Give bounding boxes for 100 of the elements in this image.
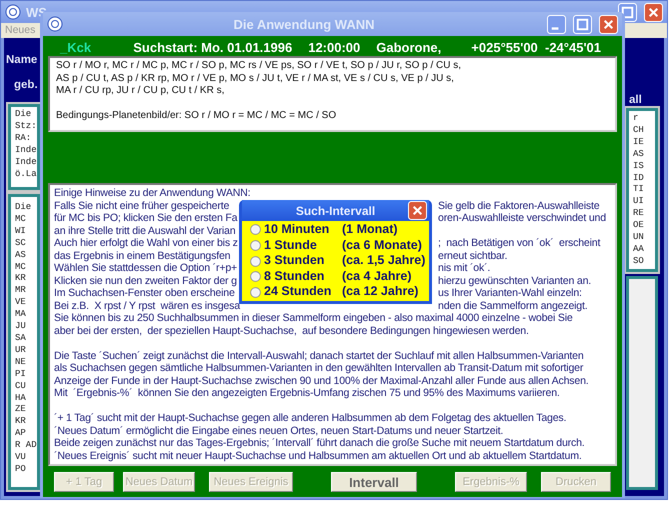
window-title: Die Anwendung WANN <box>232 16 376 32</box>
interval-label: 10 Minuten <box>264 222 330 238</box>
hint-text: ; nach Betätigen von ´ok´ erscheint <box>438 237 600 250</box>
list-text: r <box>633 113 640 125</box>
radio-button[interactable] <box>250 256 261 266</box>
factor-text: AS p / CU t, AS p / KR rp, MO r / VE p, MO s / JU t, VE r / MA st, VE s / CU s, VE p / JU s, <box>56 72 455 85</box>
hint-text: Die Taste ´Suchen´ zeigt zunächst die Intervall-Auswahl; danach startet der Suchlauf mit allen Halbsummen-Varianten <box>54 350 584 362</box>
hint-text: das Ergebnis in einem Bestätigungsfen <box>54 250 230 262</box>
list-text: MA <box>15 309 27 322</box>
factor-text: MA r / CU rp, JU r / CU p, CU t / KR s, <box>56 85 226 98</box>
hint-text: Mit ´Ergebnis-%´ können Sie den angezeigten Ergebnis-Umfang zischen 75 und 95% des Maximums variieren. <box>54 387 560 400</box>
radio-button[interactable] <box>250 286 261 298</box>
hint-text: als Suchachsen gegen sämtliche Halbsummen-Varianten in den gewählten Intervallen ab Transit-Datum mit sofortiger <box>54 362 584 374</box>
list-text: CU <box>15 380 27 392</box>
list-text: PO <box>15 464 27 476</box>
time-text: 12:00:00 <box>308 40 360 55</box>
hint-text: Einige Hinweise zu der Anwendung WANN: <box>54 187 250 200</box>
hint-text: hierzu gewünschten Varianten an. <box>438 274 592 287</box>
list-text: MR <box>15 285 27 298</box>
period-label: (ca 12 Jahre) <box>342 284 420 300</box>
list-text: KR <box>15 416 27 428</box>
minimize-button[interactable] <box>547 14 566 34</box>
hint-text: Klicken sie nun den zweiten Faktor der g <box>54 274 237 287</box>
list-text: ID <box>633 172 645 184</box>
close-button[interactable] <box>599 14 618 34</box>
list-text: SO <box>633 256 645 268</box>
period-label: (ca 6 Monate) <box>342 238 423 254</box>
hint-text: an ihre Stelle tritt die Auswahl der Varian <box>54 224 236 237</box>
list-text: HA <box>15 392 27 404</box>
hint-text: us Ihrer Varianten-Wahl einzeln: <box>438 287 582 300</box>
interval-label: 1 Stunde <box>264 238 318 254</box>
list-text: SC <box>15 238 27 250</box>
hint-text: Falls Sie nicht eine früher gespeicherte <box>54 200 230 212</box>
maximize-button[interactable] <box>573 14 592 34</box>
list-text: TI <box>633 184 645 196</box>
hint-text: ´+ 1 Tag´ sucht mit der Haupt-Suchachse gegen alle anderen Halbsummen ab dem Folgetag des aktuellen Tages. <box>54 412 566 424</box>
code-label: _Kck <box>58 40 92 55</box>
list-text: RE <box>633 208 645 220</box>
radio-button[interactable] <box>250 224 261 236</box>
condition-text: Bedingungs-Planetenbild/er: SO r / MO r = MC / MC = MC / SO <box>56 110 338 122</box>
list-text: ZE <box>15 404 27 416</box>
hint-text: ´Neues Datum´ ermöglicht die Eingabe eines neuen Ortes, neuen Start-Datums und neuer Startzeit. <box>54 424 504 437</box>
hint-text: Auch hier erfolgt die Wahl von einer bis z <box>54 237 238 250</box>
hint-text: Wählen Sie stattdessen die Option ´r+p+ <box>54 262 237 274</box>
list-text: UI <box>633 196 645 208</box>
hint-text: Beide zeigen zunächst nur das Tages-Ergebnis; ´Intervall´ führt danach die große Suche mit neuem Startdatum durch. <box>54 437 585 450</box>
radio-button[interactable] <box>250 271 261 282</box>
hint-text: Bei z.B. X rpst / Y rpst wären es insgesa <box>54 300 240 312</box>
period-label: (ca. 1,5 Jahre) <box>342 253 426 269</box>
name-label: Name <box>6 54 38 66</box>
factor-text: SO r / MO r, MC r / MC p, MC r / SO p, MC rs / VE ps, SO r / VE t, SO p / JU r, SO p / CU s, <box>56 60 462 72</box>
list-text: OE <box>633 220 645 232</box>
list-text: SA <box>15 332 27 345</box>
list-text: UN <box>633 232 645 244</box>
list-text: RA: <box>15 132 32 145</box>
hint-text: Sie gelb die Faktoren-Auswahlleiste <box>438 200 600 212</box>
scroll-bar[interactable] <box>626 276 658 490</box>
hint-text: nis mit ´ok´. <box>438 262 490 274</box>
list-text: R AD <box>15 440 37 452</box>
hint-text: oren-Auswahlleiste verschwindet und <box>438 212 606 224</box>
radio-button[interactable] <box>250 240 261 251</box>
list-text: VE <box>15 297 27 310</box>
hint-text: Anzeige der Funde in der Haupt-Suchachse zwischen 90 und 100% der Maximal-Anzahl aller Funde aus allen Achsen. <box>54 374 588 387</box>
dialog-title: Such-Intervall <box>294 204 376 218</box>
hint-text: nden die Sammelform angezeigt. <box>438 300 588 312</box>
list-text: AP <box>15 428 27 440</box>
app-icon <box>5 4 21 20</box>
list-text: UR <box>15 344 27 357</box>
label-text: all <box>629 94 643 106</box>
list-text: AS <box>15 250 27 262</box>
list-text: AS <box>633 148 645 161</box>
interval-label: 24 Stunden <box>264 284 332 300</box>
close-button[interactable] <box>644 2 663 22</box>
list-text: AA <box>633 244 645 256</box>
interval-label: 3 Stunden <box>264 253 326 269</box>
list-text: Inde <box>15 156 37 169</box>
list-text: IE <box>633 136 645 149</box>
place-text: Gaborone, <box>376 40 442 55</box>
app-icon <box>47 16 63 32</box>
period-label: (1 Monat) <box>342 222 399 238</box>
list-text: VU <box>15 452 27 464</box>
action-button[interactable]: Intervall <box>331 472 417 492</box>
hint-text: Im Suchachsen-Fenster oben erscheine <box>54 287 235 300</box>
list-text: Die <box>15 109 32 121</box>
interval-label: 8 Stunden <box>264 268 326 284</box>
hint-text: aber bei der ersten, der speziellen Haupt-Suchachse, auf besondere Bedingungen hingewiesen werden. <box>54 324 529 337</box>
menu-item[interactable]: Neues <box>5 24 36 36</box>
hint-text: für MC bis PO; klicken Sie den ersten Fa <box>54 212 238 224</box>
list-text: PI <box>15 368 27 381</box>
list-text: CH <box>633 124 645 137</box>
list-text: NE <box>15 356 27 369</box>
close-button[interactable] <box>408 201 427 220</box>
hint-text: Sie können bis zu 250 Suchhalbsummen in dieser Sammelform eingeben - also maximal 4000 einzelne - wobei Sie <box>54 312 573 324</box>
hint-text: erneut sichtbar. <box>438 250 508 262</box>
search-start-text: Suchstart: Mo. 01.01.1996 <box>133 40 292 55</box>
period-label: (ca 4 Jahre) <box>342 268 412 284</box>
list-text: IS <box>633 160 645 173</box>
list-text: KR <box>15 273 27 286</box>
list-text: JU <box>15 321 27 333</box>
hint-text: ´Neues Ereignis´ sucht mit neuer Haupt-Suchachse und Halbsummen am aktuellen Ort und ab aktuellem Startdatum. <box>54 450 582 462</box>
